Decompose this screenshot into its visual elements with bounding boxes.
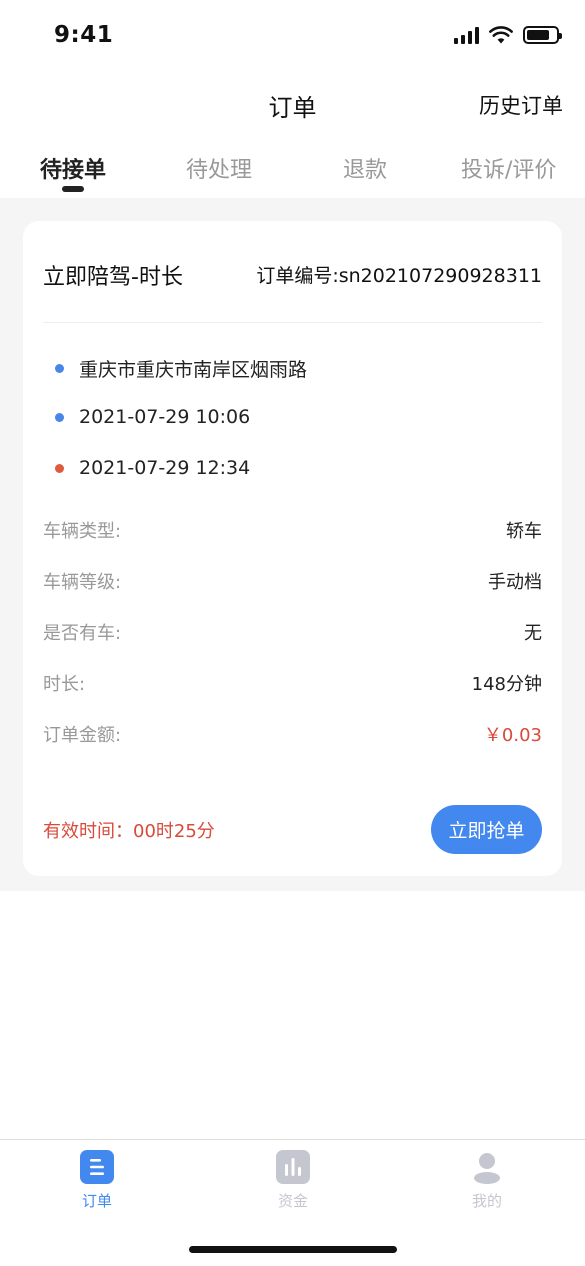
home-indicator — [189, 1246, 397, 1253]
tab-pending-process[interactable]: 待处理 — [186, 152, 252, 184]
user-icon — [470, 1150, 504, 1184]
tabbar-label: 资金 — [277, 1192, 308, 1210]
red-dot-icon — [55, 463, 64, 473]
detail-value: 手动档 — [488, 572, 542, 593]
end-time-line: 2021-07-29 12:34 — [43, 457, 250, 479]
status-icons — [454, 26, 562, 44]
bar-chart-icon — [276, 1150, 310, 1184]
order-card: 立即陪驾-时长 订单编号:sn202107290928311 重庆市重庆市南岸区… — [23, 221, 562, 876]
detail-label: 是否有车: — [43, 623, 122, 644]
detail-value: 轿车 — [506, 521, 542, 542]
divider — [43, 322, 542, 323]
tab-refund[interactable]: 退款 — [343, 152, 387, 184]
address-text: 重庆市重庆市南岸区烟雨路 — [79, 359, 308, 381]
detail-row-vehicle-type: 车辆类型: 轿车 — [43, 517, 542, 543]
battery-icon — [523, 26, 562, 44]
tabbar-label: 订单 — [81, 1192, 112, 1210]
address-line: 重庆市重庆市南岸区烟雨路 — [43, 355, 307, 382]
detail-row-duration: 时长: 148分钟 — [43, 670, 542, 696]
start-time-line: 2021-07-29 10:06 — [43, 406, 250, 428]
status-bar: 9:41 — [0, 0, 585, 70]
grab-order-button[interactable]: 立即抢单 — [431, 805, 542, 854]
detail-row-vehicle-grade: 车辆等级: 手动档 — [43, 568, 542, 594]
order-number: 订单编号:sn202107290928311 — [256, 265, 542, 287]
valid-time: 有效时间：00时25分 — [43, 821, 215, 842]
wifi-icon — [489, 26, 513, 44]
tabbar-item-funds[interactable]: 资金 — [243, 1150, 343, 1211]
detail-value: 148分钟 — [471, 674, 542, 695]
tab-pending-accept[interactable]: 待接单 — [40, 152, 106, 184]
active-tab-indicator — [62, 186, 84, 192]
blue-dot-icon — [55, 364, 64, 373]
end-time-text: 2021-07-29 12:34 — [79, 457, 251, 479]
order-amount: ￥0.03 — [483, 725, 542, 746]
order-tabs: 待接单 待处理 退款 投诉/评价 — [0, 140, 585, 198]
detail-label: 时长: — [43, 674, 86, 695]
detail-row-amount: 订单金额: ￥0.03 — [43, 721, 542, 747]
tab-complaint-review[interactable]: 投诉/评价 — [461, 152, 556, 184]
tabbar-item-mine[interactable]: 我的 — [437, 1150, 537, 1211]
status-time: 9:41 — [54, 22, 114, 48]
detail-label: 订单金额: — [43, 725, 122, 746]
tabbar-item-orders[interactable]: 订单 — [47, 1150, 147, 1211]
nav-header: 订单 历史订单 — [0, 80, 585, 128]
history-orders-link[interactable]: 历史订单 — [479, 90, 563, 120]
start-time-text: 2021-07-29 10:06 — [79, 406, 251, 428]
detail-row-has-car: 是否有车: 无 — [43, 619, 542, 645]
order-title: 立即陪驾-时长 — [43, 265, 183, 290]
detail-label: 车辆等级: — [43, 572, 122, 593]
detail-value: 无 — [524, 623, 542, 644]
blue-dot-icon — [55, 412, 64, 422]
tabbar-label: 我的 — [471, 1192, 502, 1210]
detail-label: 车辆类型: — [43, 521, 122, 542]
order-list-icon — [80, 1150, 114, 1184]
signal-icon — [454, 26, 479, 44]
